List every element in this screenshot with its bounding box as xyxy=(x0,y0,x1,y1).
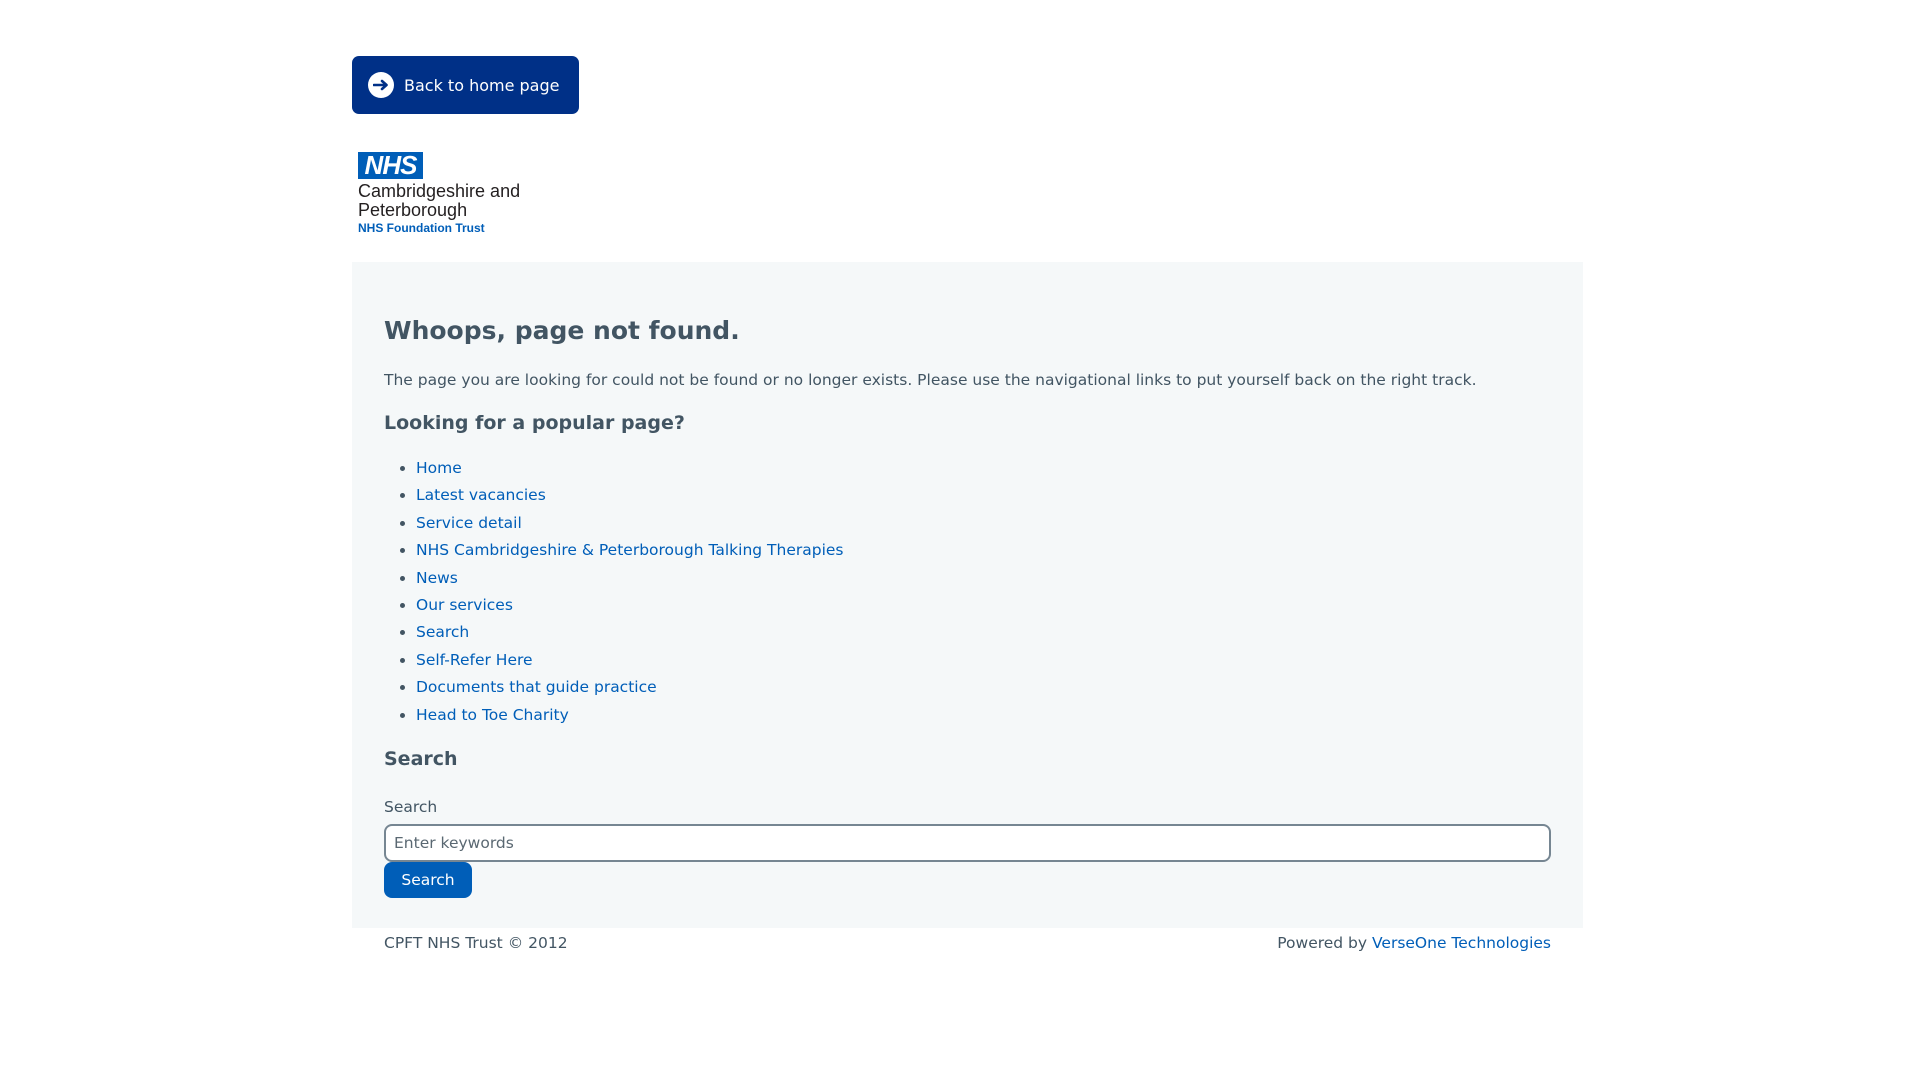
verseone-link[interactable]: VerseOne Technologies xyxy=(1372,934,1551,952)
list-item: Home xyxy=(416,455,843,482)
search-button[interactable]: Search xyxy=(384,862,472,898)
list-item: News xyxy=(416,565,843,592)
link-news[interactable]: News xyxy=(416,569,458,587)
logo-trust-name: NHS Foundation Trust xyxy=(358,221,485,235)
popular-pages-heading: Looking for a popular page? xyxy=(384,412,685,434)
list-item: Service detail xyxy=(416,510,843,537)
link-head-to-toe-charity[interactable]: Head to Toe Charity xyxy=(416,706,569,724)
list-item: Self-Refer Here xyxy=(416,647,843,674)
link-our-services[interactable]: Our services xyxy=(416,596,513,614)
search-heading: Search xyxy=(384,748,458,770)
page-intro: The page you are looking for could not b… xyxy=(384,371,1477,389)
footer-copyright: CPFT NHS Trust © 2012 xyxy=(384,934,568,952)
link-search[interactable]: Search xyxy=(416,623,469,641)
logo-org-name: Cambridgeshire and Peterborough xyxy=(358,181,521,220)
list-item: Head to Toe Charity xyxy=(416,702,843,729)
link-talking-therapies[interactable]: NHS Cambridgeshire & Peterborough Talkin… xyxy=(416,541,843,559)
link-latest-vacancies[interactable]: Latest vacancies xyxy=(416,486,546,504)
back-to-home-label: Back to home page xyxy=(404,75,560,95)
main-content: Whoops, page not found. The page you are… xyxy=(352,262,1583,928)
link-self-refer[interactable]: Self-Refer Here xyxy=(416,651,533,669)
page-title: Whoops, page not found. xyxy=(384,316,740,345)
list-item: NHS Cambridgeshire & Peterborough Talkin… xyxy=(416,537,843,564)
back-to-home-button[interactable]: Back to home page xyxy=(352,56,579,114)
nhs-trust-logo[interactable]: NHS Cambridgeshire and Peterborough NHS … xyxy=(358,152,558,235)
link-home[interactable]: Home xyxy=(416,459,462,477)
list-item: Documents that guide practice xyxy=(416,674,843,701)
link-documents-guide-practice[interactable]: Documents that guide practice xyxy=(416,678,657,696)
footer-powered-by: Powered by VerseOne Technologies xyxy=(1277,934,1551,952)
powered-by-label: Powered by xyxy=(1277,934,1368,952)
list-item: Search xyxy=(416,619,843,646)
list-item: Our services xyxy=(416,592,843,619)
link-service-detail[interactable]: Service detail xyxy=(416,514,522,532)
list-item: Latest vacancies xyxy=(416,482,843,509)
search-input[interactable] xyxy=(384,824,1551,862)
nhs-badge: NHS xyxy=(358,152,423,179)
arrow-right-circle-icon xyxy=(368,72,394,98)
search-label: Search xyxy=(384,798,438,816)
popular-pages-list: Home Latest vacancies Service detail NHS… xyxy=(384,455,843,729)
